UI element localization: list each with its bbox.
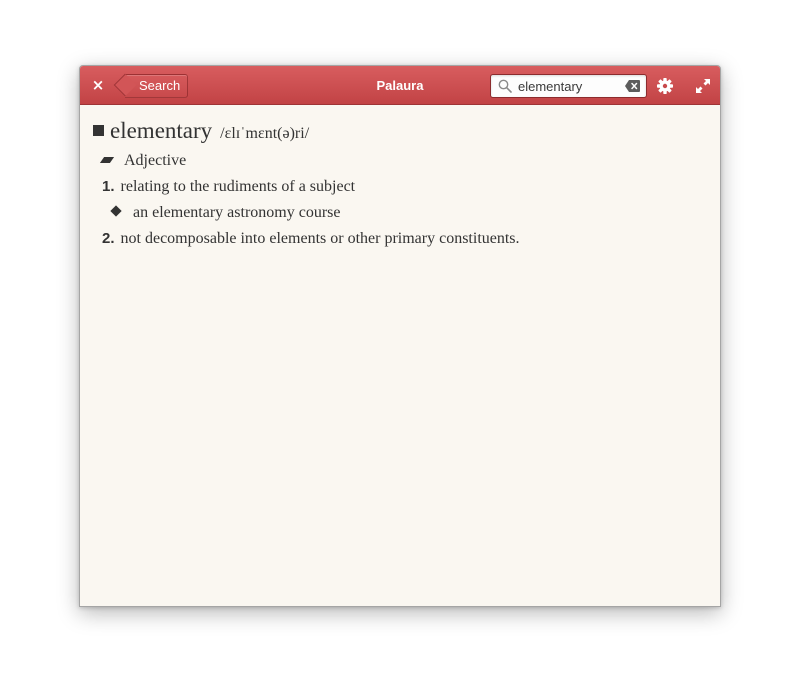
back-button-label: Search — [139, 78, 181, 93]
part-of-speech: Adjective — [99, 152, 187, 170]
example-text: an elementary astronomy course — [133, 204, 341, 221]
clear-text-icon[interactable] — [625, 80, 640, 92]
app-window: × Search Palaura elementary elementary /… — [79, 65, 721, 607]
header-bar: × Search Palaura — [80, 66, 720, 105]
definition-text: not decomposable into elements or other … — [120, 230, 520, 247]
maximize-icon[interactable] — [693, 76, 713, 96]
pronunciation: /ɛlɪˈmɛnt(ə)ri/ — [220, 125, 310, 142]
definition-text: relating to the rudiments of a subject — [120, 178, 356, 195]
definition-item: 2. not decomposable into elements or othe… — [102, 230, 520, 248]
close-icon: × — [91, 76, 105, 94]
square-bullet-icon — [93, 125, 104, 136]
close-button[interactable]: × — [88, 75, 108, 95]
search-icon — [498, 79, 512, 93]
back-search-button[interactable]: Search — [125, 74, 189, 98]
example-item: an elementary astronomy course — [110, 204, 341, 222]
entry-header: elementary/ɛlɪˈmɛnt(ə)ri/ — [93, 118, 309, 144]
part-of-speech-label: Adjective — [124, 152, 187, 169]
definition-item: 1. relating to the rudiments of a subject — [102, 178, 355, 196]
definition-number: 2. — [102, 230, 115, 247]
entry-word: elementary — [110, 118, 213, 143]
definition-view: elementary/ɛlɪˈmɛnt(ə)ri/ Adjective 1. re… — [80, 105, 720, 606]
part-of-speech-icon — [99, 157, 115, 163]
search-input[interactable] — [518, 76, 618, 96]
search-field[interactable] — [490, 74, 647, 98]
diamond-bullet-icon — [110, 205, 122, 217]
definition-number: 1. — [102, 178, 115, 195]
gear-icon[interactable] — [655, 76, 675, 96]
